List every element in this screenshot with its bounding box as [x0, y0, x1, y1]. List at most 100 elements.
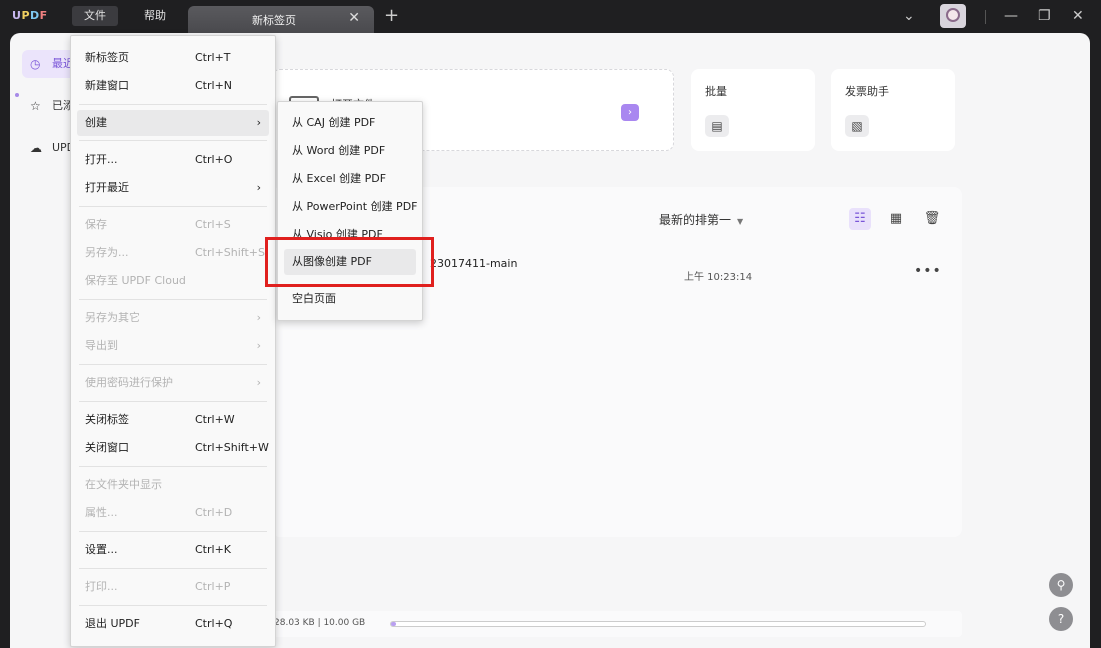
menu-item-new-window[interactable]: 新建窗口 Ctrl+N — [77, 73, 269, 99]
chevron-down-icon[interactable]: ⌄ — [903, 6, 915, 26]
open-arrow-icon[interactable]: › — [621, 104, 639, 121]
menu-help[interactable]: 帮助 — [132, 6, 178, 26]
menu-item-label: 打开... — [85, 153, 118, 166]
menu-item-label: 保存 — [85, 218, 107, 231]
caret-down-icon: ▼ — [737, 217, 744, 226]
menu-divider — [79, 299, 267, 300]
minimize-icon[interactable]: — — [1004, 6, 1018, 26]
batch-card[interactable]: 批量 ▤ — [691, 69, 815, 151]
menu-item-label: 关闭标签 — [85, 413, 129, 426]
menu-item-save-to-cloud[interactable]: 保存至 UPDF Cloud — [77, 268, 269, 294]
indicator-dot — [15, 93, 19, 97]
menu-item-label: 设置... — [85, 543, 118, 556]
menu-item-save[interactable]: 保存 Ctrl+S — [77, 212, 269, 238]
menu-shortcut: Ctrl+K — [195, 543, 232, 556]
create-from-caj[interactable]: 从 CAJ 创建 PDF — [284, 110, 416, 136]
menu-file[interactable]: 文件 — [72, 6, 118, 26]
menu-divider — [79, 531, 267, 532]
chevron-right-icon: › — [256, 339, 261, 352]
menu-item-print[interactable]: 打印... Ctrl+P — [77, 574, 269, 600]
menu-item-open-recent[interactable]: 打开最近 › — [77, 175, 269, 201]
menu-divider — [79, 364, 267, 365]
menu-item-open[interactable]: 打开... Ctrl+O — [77, 147, 269, 173]
invoice-assistant-card[interactable]: 发票助手 ▧ — [831, 69, 955, 151]
create-from-excel[interactable]: 从 Excel 创建 PDF — [284, 166, 416, 192]
close-window-icon[interactable]: ✕ — [1072, 6, 1084, 26]
menu-shortcut: Ctrl+W — [195, 413, 235, 426]
menu-item-close-window[interactable]: 关闭窗口 Ctrl+Shift+W — [77, 435, 269, 461]
menu-shortcut: Ctrl+Shift+W — [195, 441, 269, 454]
highlight-box — [265, 237, 434, 287]
logo-letter: D — [30, 9, 40, 22]
menu-item-label: 另存为其它 — [85, 311, 140, 324]
file-name[interactable]: 23017411-main — [430, 257, 517, 270]
menu-item-save-as-other[interactable]: 另存为其它 › — [77, 305, 269, 331]
storage-bar — [390, 621, 926, 627]
file-menu: 新标签页 Ctrl+T 新建窗口 Ctrl+N 创建 › 打开... Ctrl+O 打开… — [70, 35, 276, 647]
cloud-icon: ☁ — [30, 141, 42, 155]
menu-shortcut: Ctrl+P — [195, 580, 231, 593]
tab-new-tab[interactable]: 新标签页 ✕ — [188, 6, 374, 34]
avatar-face — [946, 8, 960, 22]
title-bar: UPDF 文件 帮助 新标签页 ✕ + ⌄ — ❐ ✕ — [0, 0, 1101, 34]
trash-icon[interactable]: 🗑 — [921, 208, 943, 230]
menu-item-new-tab[interactable]: 新标签页 Ctrl+T — [77, 45, 269, 71]
menu-shortcut: Ctrl+N — [195, 79, 233, 92]
menu-item-properties[interactable]: 属性... Ctrl+D — [77, 500, 269, 526]
chevron-right-icon: › — [256, 311, 261, 324]
menu-item-label: 保存至 UPDF Cloud — [85, 274, 186, 287]
menu-item-protect-password[interactable]: 使用密码进行保护 › — [77, 370, 269, 396]
sort-dropdown[interactable]: 最新的排第一 ▼ — [659, 211, 743, 228]
invoice-icon: ▧ — [845, 115, 869, 137]
logo-letter: P — [21, 9, 30, 22]
menu-divider — [79, 140, 267, 141]
invoice-title: 发票助手 — [845, 85, 889, 98]
menu-item-label: 另存为... — [85, 246, 129, 259]
divider — [985, 10, 986, 24]
create-from-powerpoint[interactable]: 从 PowerPoint 创建 PDF — [284, 194, 418, 220]
menu-item-label: 打印... — [85, 580, 118, 593]
menu-item-exit[interactable]: 退出 UPDF Ctrl+Q — [77, 611, 269, 637]
menu-shortcut: Ctrl+O — [195, 153, 233, 166]
new-tab-icon[interactable]: + — [384, 6, 399, 26]
menu-shortcut: Ctrl+Shift+S — [195, 246, 265, 259]
file-time: 上午 10:23:14 — [684, 272, 753, 283]
menu-item-label: 新建窗口 — [85, 79, 129, 92]
batch-title: 批量 — [705, 85, 727, 98]
menu-item-show-in-folder[interactable]: 在文件夹中显示 — [77, 472, 269, 498]
menu-item-label: 退出 UPDF — [85, 617, 140, 630]
restore-icon[interactable]: ❐ — [1038, 6, 1051, 26]
menu-item-label: 在文件夹中显示 — [85, 478, 162, 491]
menu-item-settings[interactable]: 设置... Ctrl+K — [77, 537, 269, 563]
tab-label: 新标签页 — [252, 14, 296, 27]
menu-shortcut: Ctrl+D — [195, 506, 233, 519]
menu-item-label: 使用密码进行保护 — [85, 376, 173, 389]
chevron-right-icon: › — [256, 181, 261, 194]
create-blank-page[interactable]: 空白页面 — [284, 286, 416, 312]
menu-divider — [79, 206, 267, 207]
create-submenu: 从 CAJ 创建 PDF 从 Word 创建 PDF 从 Excel 创建 PD… — [277, 101, 423, 321]
menu-divider — [79, 104, 267, 105]
batch-icon: ▤ — [705, 115, 729, 137]
menu-item-label: 属性... — [85, 506, 118, 519]
help-icon[interactable]: ? — [1049, 607, 1073, 631]
menu-item-close-tab[interactable]: 关闭标签 Ctrl+W — [77, 407, 269, 433]
tab-close-icon[interactable]: ✕ — [348, 10, 360, 26]
list-view-icon[interactable]: ☷ — [849, 208, 871, 230]
logo-letter: F — [39, 9, 48, 22]
menu-shortcut: Ctrl+T — [195, 51, 231, 64]
chevron-right-icon: › — [256, 116, 261, 129]
menu-item-label: 新标签页 — [85, 51, 129, 64]
menu-item-export-to[interactable]: 导出到 › — [77, 333, 269, 359]
menu-item-label: 打开最近 — [85, 181, 129, 194]
menu-divider — [79, 568, 267, 569]
more-options-icon[interactable]: ••• — [914, 263, 942, 279]
avatar[interactable] — [940, 4, 966, 28]
search-icon[interactable]: ⚲ — [1049, 573, 1073, 597]
create-from-word[interactable]: 从 Word 创建 PDF — [284, 138, 416, 164]
storage-footer: 28.03 KB | 10.00 GB — [272, 611, 962, 637]
menu-divider — [79, 466, 267, 467]
menu-item-save-as[interactable]: 另存为... Ctrl+Shift+S — [77, 240, 269, 266]
grid-view-icon[interactable]: ▦ — [885, 208, 907, 230]
menu-item-create[interactable]: 创建 › — [77, 110, 269, 136]
